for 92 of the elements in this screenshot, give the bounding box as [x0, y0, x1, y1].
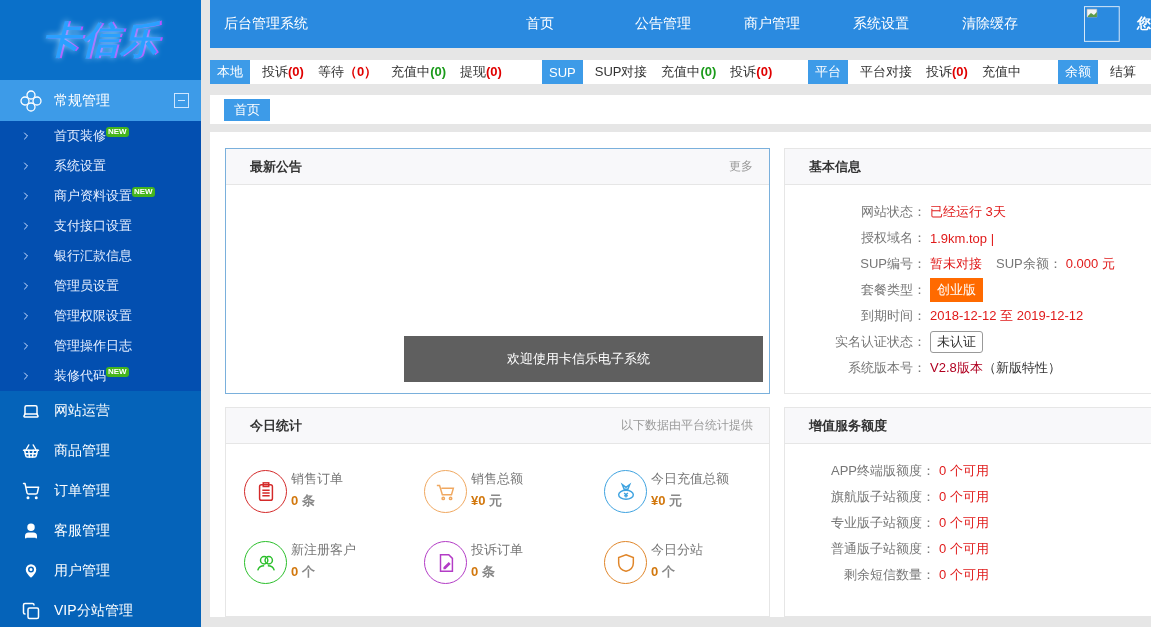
- stat-value: 0 条: [291, 492, 316, 510]
- verify-button[interactable]: 未认证: [930, 331, 983, 353]
- quota-value: 0 个可用: [939, 566, 989, 584]
- info-value: 已经运行 3天: [930, 203, 1006, 221]
- status-link[interactable]: 提现(0): [460, 63, 502, 81]
- status-link[interactable]: 充值中(0): [391, 63, 446, 81]
- status-link[interactable]: 等待（0）: [317, 63, 378, 81]
- sidebar-group[interactable]: 客服管理: [0, 511, 201, 551]
- info-label: 套餐类型：: [860, 281, 926, 299]
- broken-image-icon: [1084, 6, 1121, 42]
- plan-badge: 创业版: [930, 278, 983, 302]
- version-value: V2.8版本: [930, 359, 983, 377]
- stat-value: 0 条: [471, 563, 496, 581]
- sidebar-item[interactable]: 管理权限设置: [0, 301, 201, 331]
- quota-label: 专业版子站额度：: [830, 514, 935, 532]
- stat-label: 今日分站: [651, 541, 703, 559]
- logo: 卡信乐: [42, 17, 159, 63]
- status-label: 平台: [808, 60, 848, 84]
- cart-icon: [22, 482, 40, 500]
- nav-link[interactable]: 商户管理: [743, 15, 854, 33]
- new-badge: NEW: [106, 367, 129, 377]
- status-link[interactable]: 投诉(0): [262, 63, 304, 81]
- info-value: 1.9km.top |: [930, 230, 995, 246]
- card-title: 基本信息: [809, 157, 861, 176]
- quota-value: 0 个可用: [939, 462, 989, 480]
- stat-value: ¥0 元: [471, 492, 504, 510]
- sidebar-group[interactable]: 网站运营: [0, 391, 201, 431]
- nav-link[interactable]: 公告管理: [634, 15, 744, 33]
- status-link[interactable]: 充值中(0): [661, 63, 717, 81]
- sidebar-item[interactable]: 管理员设置: [0, 271, 201, 301]
- info-label: 系统版本号：: [847, 359, 926, 377]
- card-title: 增值服务额度: [809, 416, 887, 435]
- status-label: SUP: [542, 60, 583, 84]
- person-icon: [22, 522, 40, 540]
- nav-link[interactable]: 首页: [525, 15, 635, 33]
- nav-link[interactable]: 清除缓存: [962, 15, 1072, 33]
- info-label: SUP余额：: [996, 255, 1062, 273]
- toast-message: 欢迎使用卡信乐电子系统: [404, 336, 763, 382]
- info-label: 到期时间：: [860, 307, 926, 325]
- quota-value: 0 个可用: [939, 488, 989, 506]
- sidebar-group[interactable]: 订单管理: [0, 471, 201, 511]
- sidebar-item[interactable]: 系统设置: [0, 151, 201, 181]
- stat-label: 销售总额: [471, 470, 523, 488]
- stat-label: 今日充值总额: [651, 470, 729, 488]
- quota-value: 0 个可用: [939, 540, 989, 558]
- new-badge: NEW: [132, 187, 155, 197]
- status-link[interactable]: 充值中: [981, 63, 1021, 81]
- status-link[interactable]: 投诉(0): [926, 63, 968, 81]
- copy-icon: [22, 602, 40, 620]
- info-label: 实名认证状态：: [834, 333, 926, 351]
- quota-label: 旗航版子站额度：: [830, 488, 935, 506]
- info-value: 暂未对接: [930, 255, 982, 273]
- sidebar-item[interactable]: 银行汇款信息: [0, 241, 201, 271]
- stat-label: 销售订单: [291, 470, 343, 488]
- quota-label: 普通版子站额度：: [830, 540, 935, 558]
- info-value: 2018-12-12 至 2019-12-12: [930, 307, 1084, 325]
- stat-value: ¥0 元: [651, 492, 684, 510]
- card-title: 今日统计: [250, 416, 302, 435]
- quota-value: 0 个可用: [939, 514, 989, 532]
- quota-label: 剩余短信数量：: [843, 566, 935, 584]
- status-label: 余额: [1058, 60, 1098, 84]
- card-note: 以下数据由平台统计提供: [621, 417, 753, 434]
- status-link[interactable]: 平台对接: [860, 63, 912, 81]
- sidebar-group[interactable]: 商品管理: [0, 431, 201, 471]
- release-notes-link[interactable]: （新版特性）: [982, 359, 1061, 377]
- sidebar-item[interactable]: 管理操作日志: [0, 331, 201, 361]
- clover-icon: [20, 89, 42, 112]
- info-value: 0.000 元: [1065, 255, 1115, 273]
- status-link[interactable]: 结算: [1110, 63, 1136, 81]
- info-label: 授权域名：: [860, 229, 926, 247]
- stat-value: 0 个: [651, 563, 676, 581]
- stat-label: 投诉订单: [471, 541, 523, 559]
- quota-label: APP终端版额度：: [830, 462, 935, 480]
- collapse-icon[interactable]: [174, 93, 189, 108]
- greeting: 您: [1137, 15, 1151, 33]
- app-title: 后台管理系统: [224, 15, 309, 33]
- status-link[interactable]: SUP对接: [594, 63, 648, 81]
- new-badge: NEW: [106, 127, 129, 137]
- info-label: SUP编号：: [859, 255, 926, 273]
- sidebar-group[interactable]: VIP分站管理: [0, 591, 201, 627]
- status-link[interactable]: 投诉(0): [730, 63, 773, 81]
- stat-value: 0 个: [291, 563, 316, 581]
- sidebar-item[interactable]: 支付接口设置: [0, 211, 201, 241]
- status-label: 本地: [210, 60, 250, 84]
- nav-link[interactable]: 系统设置: [853, 15, 963, 33]
- sidebar-group[interactable]: 用户管理: [0, 551, 201, 591]
- info-label: 网站状态：: [860, 203, 926, 221]
- basket-icon: [22, 442, 40, 460]
- stat-label: 新注册客户: [291, 541, 356, 559]
- laptop-icon: [22, 402, 40, 420]
- card-title: 最新公告: [250, 157, 302, 176]
- location-pin-icon: [22, 562, 40, 580]
